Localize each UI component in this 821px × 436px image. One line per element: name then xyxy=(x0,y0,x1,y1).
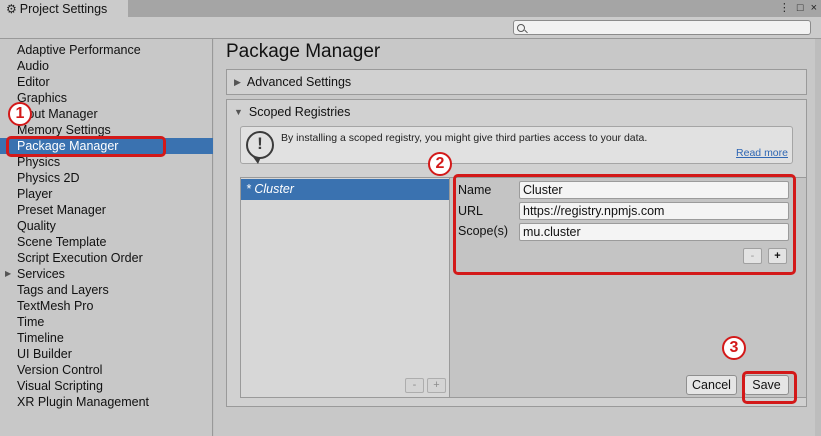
window-tab[interactable]: ⚙ Project Settings xyxy=(0,0,128,17)
sidebar-item-graphics[interactable]: Graphics xyxy=(0,90,213,106)
more-options-icon[interactable]: ⋮ xyxy=(779,3,790,14)
sidebar-item-scene-template[interactable]: Scene Template xyxy=(0,234,213,250)
expand-arrow-icon[interactable]: ▶ xyxy=(5,266,11,282)
maximize-icon[interactable]: □ xyxy=(797,3,804,14)
sidebar-item-xr-plugin-management[interactable]: XR Plugin Management xyxy=(0,394,213,410)
highlight-save-button xyxy=(742,371,797,404)
window-controls: ⋮ □ × xyxy=(779,0,817,17)
sidebar-item-preset-manager[interactable]: Preset Manager xyxy=(0,202,213,218)
sidebar-item-visual-scripting[interactable]: Visual Scripting xyxy=(0,378,213,394)
highlight-registry-fields xyxy=(453,174,796,275)
sidebar-item-ui-builder[interactable]: UI Builder xyxy=(0,346,213,362)
page-title: Package Manager xyxy=(226,41,381,62)
warning-box: ! By installing a scoped registry, you m… xyxy=(240,126,793,164)
sidebar-item-services[interactable]: ▶ Services xyxy=(0,266,213,282)
advanced-settings-label: Advanced Settings xyxy=(246,75,352,89)
step-badge-3: 3 xyxy=(722,336,746,360)
sidebar-item-time[interactable]: Time xyxy=(0,314,213,330)
cancel-button[interactable]: Cancel xyxy=(686,375,737,395)
step-badge-1: 1 xyxy=(8,102,32,126)
sidebar-item-player[interactable]: Player xyxy=(0,186,213,202)
sidebar-item-quality[interactable]: Quality xyxy=(0,218,213,234)
highlight-package-manager xyxy=(6,136,166,157)
sidebar-item-physics-2d[interactable]: Physics 2D xyxy=(0,170,213,186)
sidebar-item-editor[interactable]: Editor xyxy=(0,74,213,90)
expanded-arrow-icon[interactable]: ▼ xyxy=(234,107,243,117)
gear-icon: ⚙ xyxy=(6,1,17,16)
sidebar-item-script-execution-order[interactable]: Script Execution Order xyxy=(0,250,213,266)
step-badge-2: 2 xyxy=(428,152,452,176)
scoped-registries-label: Scoped Registries xyxy=(248,105,351,119)
warning-icon: ! xyxy=(246,131,274,164)
sidebar-item-label: Services xyxy=(17,267,65,281)
registry-list: * Cluster - + xyxy=(240,177,450,398)
add-registry-button[interactable]: + xyxy=(427,378,446,393)
scoped-registries-header[interactable]: ▼ Scoped Registries xyxy=(227,100,806,124)
window-title: Project Settings xyxy=(19,1,108,16)
warning-message: By installing a scoped registry, you mig… xyxy=(281,132,648,144)
collapsed-arrow-icon[interactable]: ▶ xyxy=(234,77,241,88)
settings-sidebar: Adaptive Performance Audio Editor Graphi… xyxy=(0,39,213,436)
registry-list-item[interactable]: * Cluster xyxy=(241,179,449,200)
toolbar xyxy=(0,17,821,39)
sidebar-item-timeline[interactable]: Timeline xyxy=(0,330,213,346)
close-icon[interactable]: × xyxy=(811,3,817,14)
remove-registry-button[interactable]: - xyxy=(405,378,424,393)
sidebar-item-textmesh-pro[interactable]: TextMesh Pro xyxy=(0,298,213,314)
search-icon xyxy=(517,23,525,32)
title-bar: ⚙ Project Settings ⋮ □ × xyxy=(0,0,821,17)
advanced-settings-foldout[interactable]: ▶ Advanced Settings xyxy=(226,69,807,95)
sidebar-item-tags-and-layers[interactable]: Tags and Layers xyxy=(0,282,213,298)
sidebar-item-adaptive-performance[interactable]: Adaptive Performance xyxy=(0,42,213,58)
search-input[interactable] xyxy=(513,20,811,35)
right-edge-panel xyxy=(815,39,821,436)
sidebar-item-audio[interactable]: Audio xyxy=(0,58,213,74)
sidebar-item-version-control[interactable]: Version Control xyxy=(0,362,213,378)
read-more-link[interactable]: Read more xyxy=(736,147,788,159)
